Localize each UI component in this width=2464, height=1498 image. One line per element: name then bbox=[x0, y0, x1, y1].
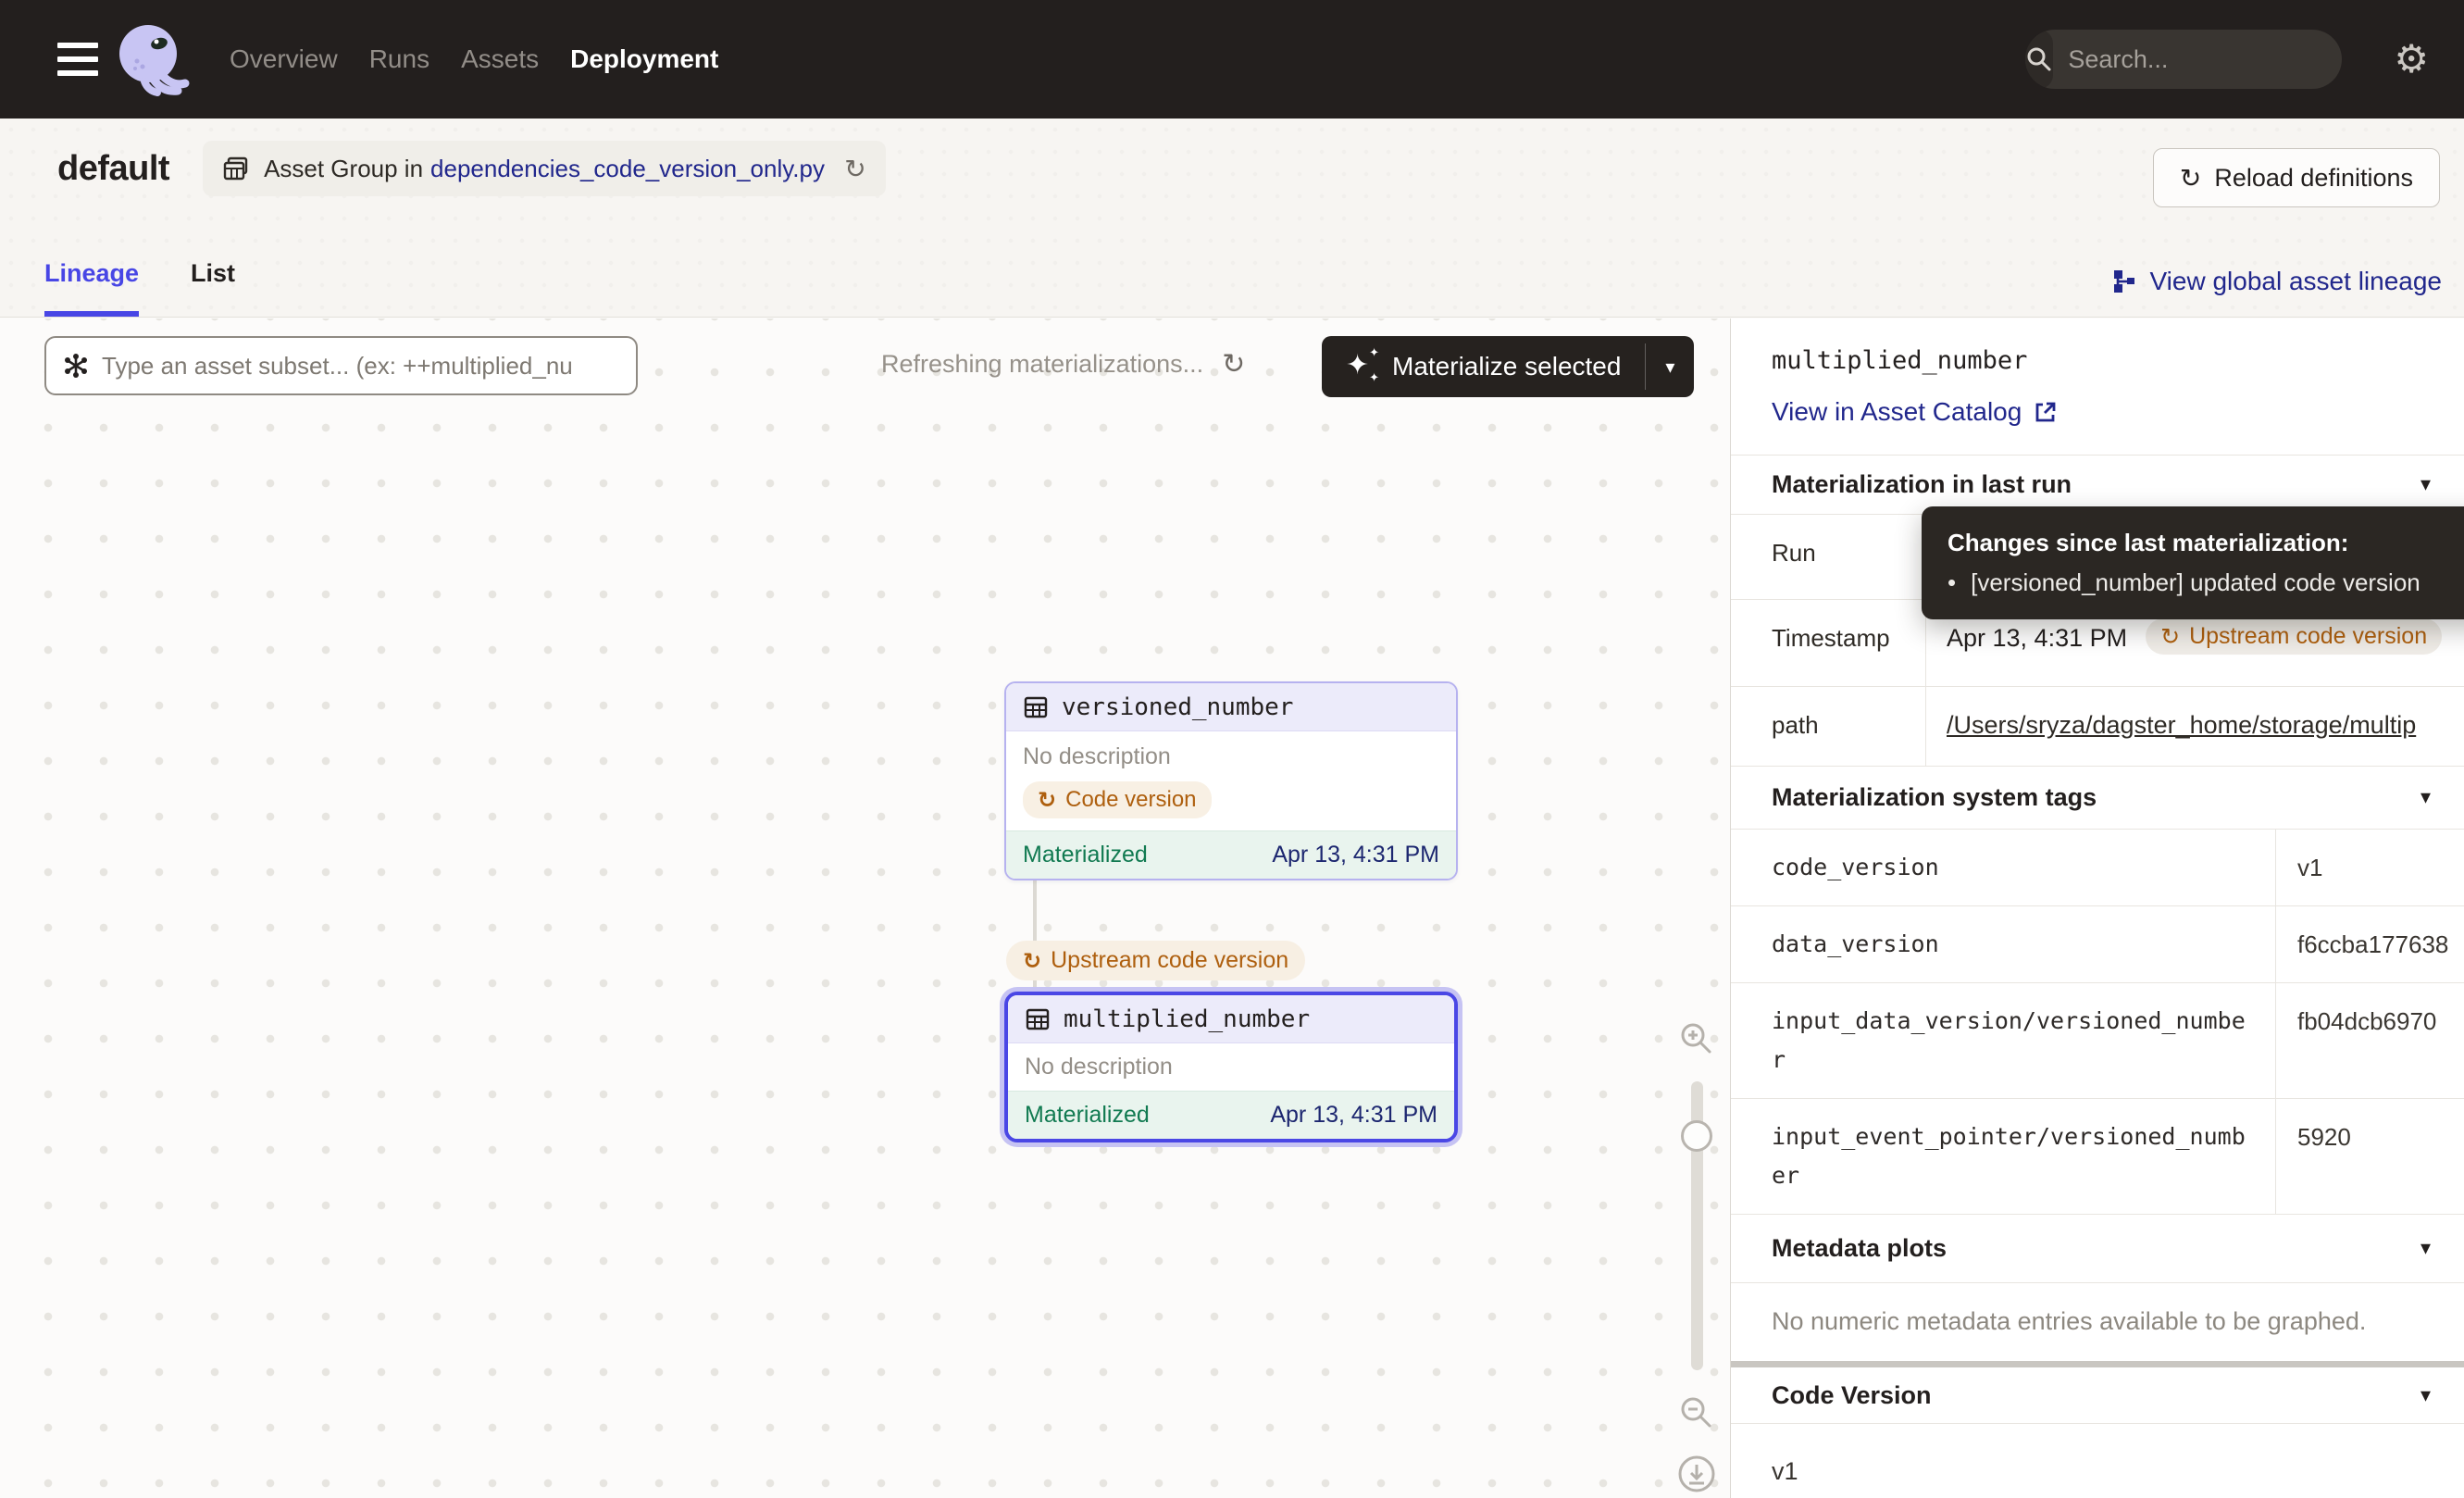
tag-value: fb04dcb6970 bbox=[2276, 983, 2464, 1098]
chevron-down-icon[interactable]: ▾ bbox=[2420, 473, 2431, 496]
system-tag-row: input_data_version/versioned_number fb04… bbox=[1731, 983, 2464, 1099]
search-input[interactable] bbox=[2053, 45, 2342, 74]
panel-asset-title: multiplied_number bbox=[1772, 346, 2423, 375]
chevron-down-icon[interactable]: ▾ bbox=[2420, 1384, 2431, 1407]
table-icon bbox=[1023, 694, 1049, 720]
lineage-graph-icon bbox=[2109, 268, 2137, 295]
view-in-asset-catalog-link[interactable]: View in Asset Catalog bbox=[1772, 397, 2059, 427]
system-tag-row: input_event_pointer/versioned_number 592… bbox=[1731, 1099, 2464, 1215]
node-status: Materialized bbox=[1023, 842, 1148, 868]
zoom-slider[interactable] bbox=[1691, 1081, 1703, 1370]
panel-resize-divider[interactable] bbox=[1731, 1361, 2464, 1367]
run-label: Run bbox=[1731, 515, 1926, 599]
nav-item-assets[interactable]: Assets bbox=[461, 44, 539, 74]
reload-icon: ↻ bbox=[2180, 163, 2201, 193]
external-link-icon bbox=[2033, 399, 2059, 425]
zoom-slider-handle[interactable] bbox=[1681, 1120, 1712, 1152]
path-link[interactable]: /Users/sryza/dagster_home/storage/multip bbox=[1947, 711, 2416, 740]
asset-details-panel: multiplied_number View in Asset Catalog … bbox=[1731, 318, 2464, 1498]
node-timestamp-link[interactable]: Apr 13, 4:31 PM bbox=[1272, 842, 1439, 868]
system-tag-row: data_version f6ccba177638 bbox=[1731, 906, 2464, 983]
refreshing-status: Refreshing materializations... ↻ bbox=[881, 348, 1245, 381]
timestamp-value[interactable]: Apr 13, 4:31 PM bbox=[1947, 624, 2127, 653]
asset-graph-canvas[interactable]: Refreshing materializations... ↻ ✦✦✦ Mat… bbox=[0, 318, 1731, 1498]
asset-group-icon bbox=[221, 154, 251, 183]
asset-group-file-link[interactable]: dependencies_code_version_only.py bbox=[430, 155, 825, 183]
node-title: multiplied_number bbox=[1064, 1005, 1310, 1033]
node-description: No description bbox=[1025, 1054, 1437, 1080]
materialize-dropdown-caret[interactable]: ▾ bbox=[1646, 336, 1694, 397]
code-version-icon: ↻ bbox=[1038, 787, 1056, 813]
upstream-code-version-chip[interactable]: ↻ Upstream code version bbox=[1006, 941, 1305, 980]
table-icon bbox=[1025, 1006, 1051, 1032]
search-box[interactable]: / bbox=[2025, 30, 2342, 89]
tooltip-bullet: • bbox=[1948, 568, 1956, 597]
tooltip-title: Changes since last materialization: bbox=[1948, 529, 2464, 557]
asset-group-badge: Asset Group in dependencies_code_version… bbox=[203, 141, 886, 196]
reload-location-icon[interactable]: ↻ bbox=[834, 147, 877, 190]
section-code-version[interactable]: Code Version ▾ bbox=[1731, 1367, 2464, 1424]
gear-icon[interactable]: ⚙ bbox=[2394, 40, 2429, 79]
changes-tooltip: Changes since last materialization: • [v… bbox=[1922, 506, 2464, 619]
code-version-icon: ↻ bbox=[1023, 948, 1041, 974]
asset-group-label: Asset Group in bbox=[264, 155, 423, 183]
asset-subset-input[interactable] bbox=[102, 352, 621, 381]
materialize-selected-button[interactable]: ✦✦✦ Materialize selected ▾ bbox=[1322, 336, 1694, 397]
section-system-tags[interactable]: Materialization system tags ▾ bbox=[1731, 767, 2464, 830]
code-version-icon: ↻ bbox=[2160, 623, 2180, 650]
code-version-value: v1 bbox=[1731, 1424, 2464, 1498]
zoom-out-icon[interactable] bbox=[1678, 1394, 1715, 1431]
search-icon bbox=[2025, 30, 2053, 89]
node-timestamp-link[interactable]: Apr 13, 4:31 PM bbox=[1270, 1102, 1437, 1129]
nav-links: Overview Runs Assets Deployment bbox=[230, 44, 718, 74]
page-header: default Asset Group in dependencies_code… bbox=[0, 119, 2464, 318]
zoom-controls bbox=[1674, 1020, 1720, 1494]
tag-value: f6ccba177638 bbox=[2276, 906, 2464, 982]
node-description: No description bbox=[1023, 743, 1439, 770]
dagster-logo-icon[interactable] bbox=[113, 20, 191, 98]
nav-item-overview[interactable]: Overview bbox=[230, 44, 338, 74]
chevron-down-icon[interactable]: ▾ bbox=[2420, 1237, 2431, 1260]
view-tabs: Lineage List bbox=[44, 259, 235, 317]
metadata-plots-empty-note: No numeric metadata entries available to… bbox=[1731, 1283, 2464, 1361]
tab-list[interactable]: List bbox=[191, 259, 235, 317]
tooltip-text: [versioned_number] updated code version bbox=[1971, 568, 2420, 597]
node-status: Materialized bbox=[1025, 1102, 1150, 1129]
sparkle-icon: ✦✦✦ bbox=[1346, 350, 1377, 383]
asset-node-versioned-number[interactable]: versioned_number No description ↻ Code v… bbox=[1004, 681, 1458, 880]
graph-query-icon bbox=[61, 351, 91, 381]
upstream-code-version-tag[interactable]: ↻ Upstream code version bbox=[2146, 618, 2442, 655]
tag-key: code_version bbox=[1731, 830, 2276, 905]
node-title: versioned_number bbox=[1062, 693, 1293, 721]
tag-key: data_version bbox=[1731, 906, 2276, 982]
asset-node-multiplied-number[interactable]: multiplied_number No description Materia… bbox=[1004, 992, 1458, 1142]
tag-value: 5920 bbox=[2276, 1099, 2464, 1214]
nav-item-deployment[interactable]: Deployment bbox=[570, 44, 718, 74]
refresh-icon[interactable]: ↻ bbox=[1222, 348, 1245, 381]
chevron-down-icon[interactable]: ▾ bbox=[2420, 786, 2431, 809]
download-image-icon[interactable] bbox=[1676, 1454, 1717, 1494]
path-row: path /Users/sryza/dagster_home/storage/m… bbox=[1731, 687, 2464, 767]
section-metadata-plots[interactable]: Metadata plots ▾ bbox=[1731, 1215, 2464, 1283]
tag-key: input_data_version/versioned_number bbox=[1731, 983, 2276, 1098]
page-title: default bbox=[57, 149, 169, 189]
top-nav: Overview Runs Assets Deployment / ⚙ bbox=[0, 0, 2464, 119]
nav-item-runs[interactable]: Runs bbox=[369, 44, 429, 74]
path-label: path bbox=[1731, 687, 1926, 766]
system-tag-row: code_version v1 bbox=[1731, 830, 2464, 906]
asset-subset-filter[interactable] bbox=[44, 336, 638, 395]
tab-lineage[interactable]: Lineage bbox=[44, 259, 139, 317]
tag-value: v1 bbox=[2276, 830, 2464, 905]
tag-key: input_event_pointer/versioned_number bbox=[1731, 1099, 2276, 1214]
view-global-asset-lineage-link[interactable]: View global asset lineage bbox=[2109, 267, 2442, 296]
reload-definitions-button[interactable]: ↻ Reload definitions bbox=[2153, 148, 2440, 207]
zoom-in-icon[interactable] bbox=[1678, 1020, 1715, 1057]
code-version-chip[interactable]: ↻ Code version bbox=[1023, 781, 1212, 818]
hamburger-menu-icon[interactable] bbox=[57, 43, 98, 76]
timestamp-label: Timestamp bbox=[1731, 600, 1926, 686]
